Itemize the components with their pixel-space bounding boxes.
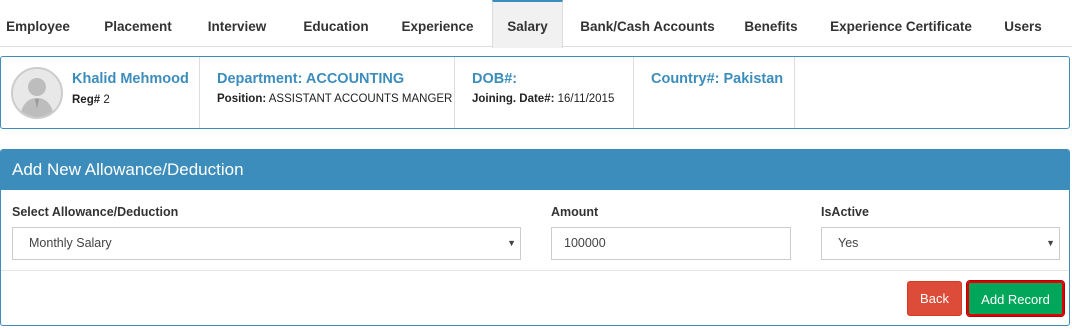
- panel-title: Add New Allowance/Deduction: [1, 150, 1069, 190]
- caret-down-icon: ▼: [1046, 238, 1055, 248]
- form-divider: [1, 270, 1069, 271]
- profile-country-cell: Country#: Pakistan: [634, 57, 795, 128]
- profile-name-cell: Khalid Mehmood Reg# 2: [1, 57, 200, 128]
- employee-country: Country#: Pakistan: [651, 71, 784, 87]
- back-button[interactable]: Back: [907, 281, 962, 316]
- tab-experience-certificate[interactable]: Experience Certificate: [826, 0, 976, 47]
- tab-interview[interactable]: Interview: [198, 0, 276, 47]
- employee-profile-card: Khalid Mehmood Reg# 2 Department: ACCOUN…: [0, 56, 1070, 129]
- employee-position: Position: ASSISTANT ACCOUNTS MANGER: [217, 93, 453, 105]
- isactive-label: IsActive: [821, 205, 869, 219]
- allowance-select[interactable]: Monthly Salary ▼: [12, 227, 521, 260]
- employee-joining-date: Joining. Date#: 16/11/2015: [472, 93, 615, 105]
- employee-name: Khalid Mehmood: [72, 71, 189, 87]
- allowance-form-panel: Add New Allowance/Deduction Select Allow…: [0, 149, 1070, 326]
- tab-salary[interactable]: Salary: [492, 0, 563, 48]
- tab-employee[interactable]: Employee: [0, 0, 76, 47]
- employee-dob: DOB#:: [472, 71, 518, 87]
- tab-bar: Employee Placement Interview Education E…: [0, 0, 1072, 48]
- tab-experience[interactable]: Experience: [393, 0, 482, 47]
- add-record-button[interactable]: Add Record: [966, 280, 1065, 317]
- tab-benefits[interactable]: Benefits: [734, 0, 808, 47]
- amount-label: Amount: [551, 205, 599, 219]
- employee-department: Department: ACCOUNTING: [217, 71, 405, 87]
- profile-dob-cell: DOB#: Joining. Date#: 16/11/2015: [455, 57, 634, 128]
- tab-education[interactable]: Education: [295, 0, 377, 47]
- allowance-label: Select Allowance/Deduction: [12, 205, 179, 219]
- tab-users[interactable]: Users: [996, 0, 1050, 47]
- tab-bank-cash-accounts[interactable]: Bank/Cash Accounts: [575, 0, 720, 47]
- amount-input[interactable]: 100000: [551, 227, 791, 260]
- employee-reg: Reg# 2: [72, 94, 110, 106]
- profile-department-cell: Department: ACCOUNTING Position: ASSISTA…: [200, 57, 455, 128]
- isactive-select[interactable]: Yes ▼: [821, 227, 1060, 260]
- caret-down-icon: ▼: [507, 238, 516, 248]
- user-avatar-icon: [11, 67, 63, 119]
- tab-placement[interactable]: Placement: [95, 0, 181, 47]
